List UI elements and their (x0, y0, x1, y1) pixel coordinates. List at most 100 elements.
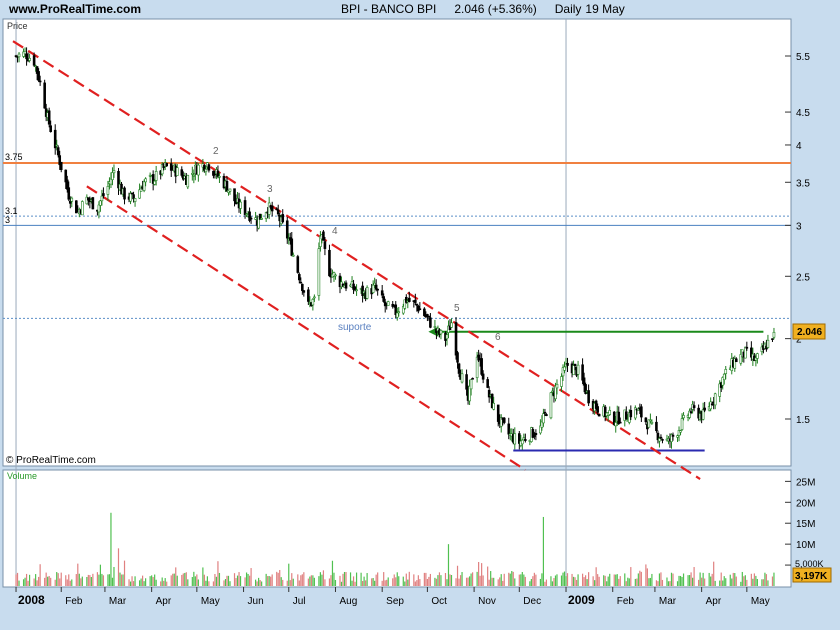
pivot-label-3: 3 (267, 184, 273, 195)
candle-body (97, 204, 101, 213)
candle-body (328, 249, 331, 277)
candle-body (191, 173, 194, 175)
watermark: © ProRealTime.com (6, 455, 96, 466)
candle-body (549, 392, 553, 419)
candle-body (355, 289, 358, 292)
candle-body (249, 217, 253, 220)
candle-body (456, 352, 459, 363)
candle-body (542, 413, 545, 424)
candle-body (450, 322, 453, 328)
candle-body (276, 209, 280, 215)
candle-body (573, 363, 577, 367)
volume-y-tick-label: 10M (796, 540, 815, 551)
candle-body (534, 433, 538, 436)
candle-body (67, 187, 71, 200)
candle-body (640, 406, 643, 418)
candle-body (572, 365, 575, 376)
price-y-tick-label: 4.5 (796, 108, 810, 119)
candle-body (70, 197, 74, 202)
candle-body (624, 411, 628, 420)
candle-body (298, 274, 301, 281)
pivot-label-6: 6 (495, 332, 501, 343)
candle-body (180, 169, 184, 176)
candle-body (285, 220, 289, 239)
candle-body (154, 171, 158, 181)
volume-panel-label: Volume (7, 471, 37, 481)
candle-body (386, 301, 390, 306)
candle-body (772, 331, 776, 338)
price-y-tick-label: 5.5 (796, 52, 810, 63)
candle-body (649, 419, 652, 422)
candle-body (679, 430, 682, 433)
candle-body (597, 413, 601, 417)
volume-y-tick-label: 15M (796, 519, 815, 530)
candle-body (281, 214, 285, 223)
price-panel-label: Price (7, 21, 28, 31)
candle-body (471, 377, 474, 380)
candle-body (710, 403, 714, 406)
candle-body (766, 339, 770, 348)
candle-body (587, 390, 590, 404)
x-tick-label: Jun (248, 596, 264, 607)
level-label-375: 3.75 (5, 152, 23, 162)
candle-body (469, 379, 473, 390)
candle-body (317, 248, 321, 296)
candle-body (38, 80, 42, 83)
candle-body (659, 436, 663, 439)
volume-panel (2, 469, 792, 588)
x-tick-label: Mar (659, 596, 677, 607)
candle-body (25, 53, 28, 60)
candle-body (454, 322, 458, 356)
candle-body (566, 362, 569, 366)
candle-body (521, 439, 524, 445)
candle-body (216, 170, 220, 177)
candle-body (418, 308, 422, 311)
candle-body (99, 200, 102, 206)
candle-body (133, 198, 137, 202)
candle-body (429, 317, 432, 328)
candle-body (380, 290, 384, 296)
candle-body (302, 290, 306, 293)
x-tick-label: Feb (65, 596, 83, 607)
candle-body (28, 57, 31, 61)
candle-body (374, 284, 378, 290)
candle-body (692, 405, 696, 409)
candle-body (724, 369, 728, 374)
candle-body (175, 167, 179, 176)
candle-body (415, 303, 419, 306)
candle-body (296, 256, 300, 273)
candle-body (228, 188, 232, 192)
candle-body (661, 439, 664, 441)
x-tick-label: Apr (156, 596, 172, 607)
candle-body (397, 311, 401, 314)
candle-body (576, 364, 580, 375)
candle-body (533, 435, 536, 437)
price-badge-text: 2.046 (797, 327, 822, 338)
candle-body (142, 181, 146, 191)
candle-body (56, 147, 60, 156)
candle-body (186, 175, 190, 188)
candle-body (225, 181, 229, 192)
candle-body (522, 437, 526, 440)
candle-body (756, 353, 759, 359)
candle-body (218, 176, 221, 178)
candle-body (734, 358, 738, 363)
candle-body (551, 390, 554, 393)
candle-body (614, 422, 618, 427)
candle-body (43, 82, 46, 109)
candle-body (671, 434, 675, 437)
candle-body (481, 373, 485, 380)
candle-body (524, 439, 527, 441)
stock-chart[interactable]: 1.5 2 2.5 3 3.5 4 4.5 5.5 2008 Feb Mar Apr May Jun Jul… (0, 0, 840, 630)
candle-body (744, 346, 747, 359)
candle-body (207, 164, 211, 171)
x-tick-label: Oct (431, 596, 447, 607)
candle-body (486, 379, 489, 388)
candle-body (682, 415, 685, 419)
x-tick-label: 2008 (18, 593, 45, 607)
candle-body (233, 188, 236, 202)
candle-body (32, 55, 36, 66)
candle-body (439, 330, 443, 335)
candle-body (81, 201, 84, 216)
candle-body (545, 414, 548, 417)
